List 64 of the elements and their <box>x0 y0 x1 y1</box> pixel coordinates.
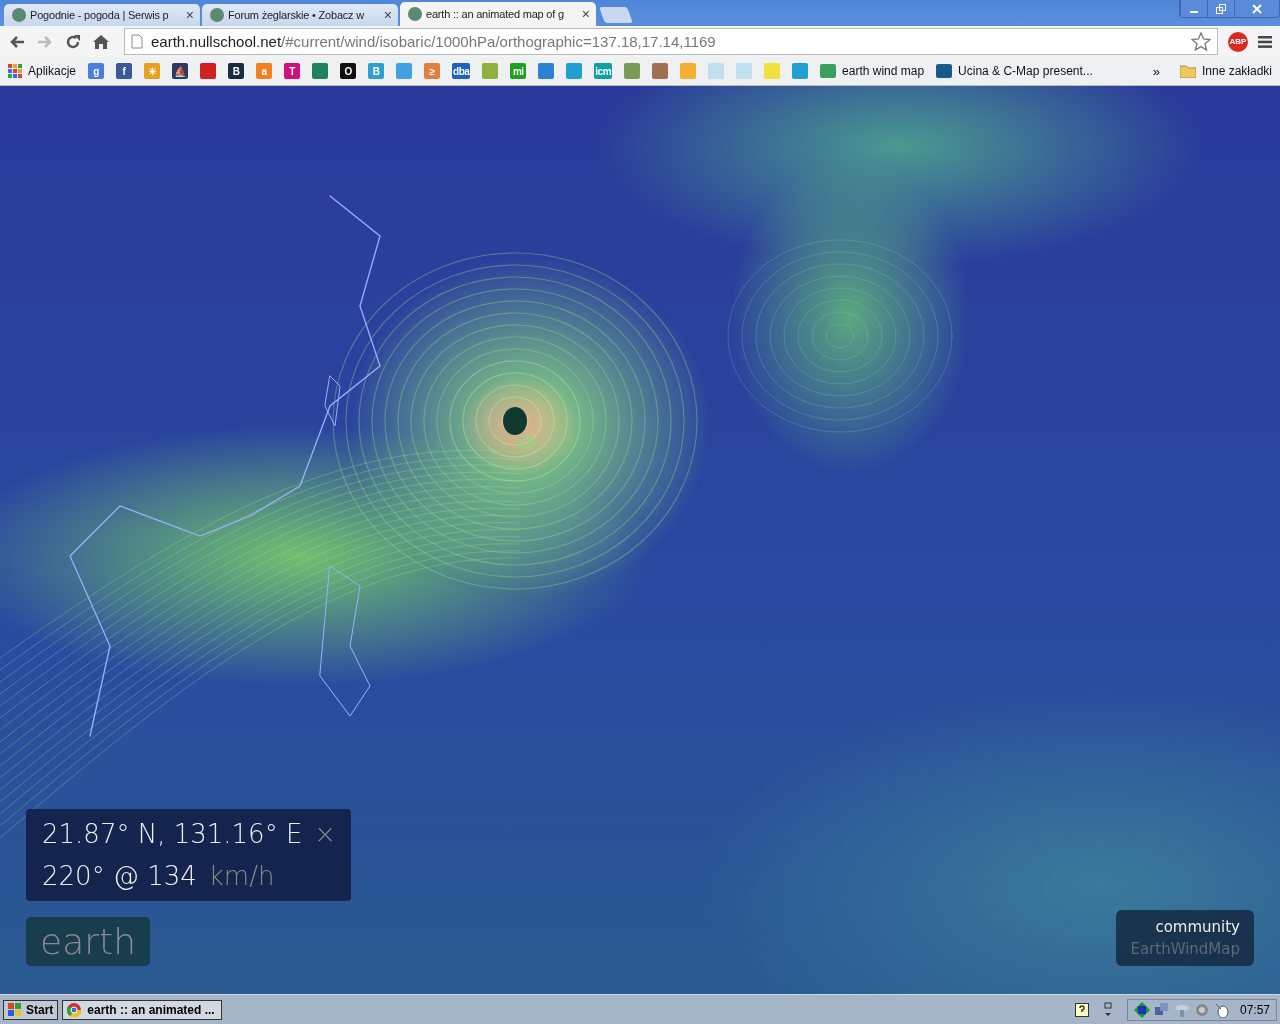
windows-icon[interactable] <box>1102 1001 1113 1018</box>
coordinates-text: 21.87° N, 131.16° E <box>42 819 303 849</box>
restore-icon[interactable] <box>1207 0 1234 17</box>
reload-icon[interactable] <box>64 32 82 51</box>
other-bookmarks-folder[interactable]: Inne zakładki <box>1179 64 1272 78</box>
tab-title: earth :: an animated map of g <box>426 8 565 20</box>
close-icon[interactable]: × <box>185 7 194 23</box>
bookmark-icon[interactable] <box>396 63 413 79</box>
tab-title: Forum żeglarskie • Zobacz w <box>228 9 365 21</box>
start-button[interactable]: Start <box>3 999 59 1020</box>
bookmark-icon[interactable] <box>538 63 555 79</box>
bookmark-icon[interactable]: O <box>340 63 357 79</box>
bookmark-icon[interactable] <box>792 63 809 79</box>
browser-tab[interactable]: Pogodnie - pogoda | Serwis p × <box>4 4 200 26</box>
browser-tab[interactable]: Forum żeglarskie • Zobacz w × <box>202 4 398 26</box>
bookmark-link[interactable]: Ucina & C-Map present... <box>936 64 1093 78</box>
back-arrow-icon[interactable] <box>8 33 26 50</box>
home-icon[interactable] <box>92 33 110 50</box>
more-bookmarks-button[interactable]: » <box>1152 63 1160 79</box>
windows-flag-icon <box>8 1002 22 1017</box>
bookmark-icon[interactable]: B <box>228 63 245 79</box>
bookmark-icon[interactable]: T <box>284 63 301 79</box>
browser-tab[interactable]: earth :: an animated map of g × <box>400 2 596 26</box>
menu-icon[interactable] <box>1258 35 1272 48</box>
mouse-icon[interactable] <box>1213 1001 1230 1018</box>
minimize-icon[interactable] <box>1180 0 1207 17</box>
close-icon[interactable]: × <box>383 7 392 23</box>
unit-toggle[interactable]: km/h <box>208 861 275 891</box>
network-icon[interactable] <box>1133 1001 1150 1018</box>
bookmark-icon[interactable] <box>624 63 641 79</box>
adblock-button[interactable]: ABP <box>1228 31 1248 52</box>
globe-icon <box>408 7 422 21</box>
star-icon[interactable] <box>1191 32 1211 51</box>
bookmark-icon[interactable] <box>312 63 329 79</box>
bookmark-icon[interactable]: dba <box>452 63 471 79</box>
close-icon[interactable] <box>1234 0 1279 17</box>
bookmark-icon[interactable] <box>200 63 217 79</box>
apps-bookmark[interactable]: Aplikacje <box>8 64 77 78</box>
url-text: earth.nullschool.net/#current/wind/isobaric/1000hPa/orthographic=137.18,17.14,1169 <box>151 33 717 50</box>
page-icon <box>131 34 143 49</box>
community-title: community <box>1155 918 1240 936</box>
bookmark-link[interactable]: earth wind map <box>820 64 925 78</box>
bookmark-icon[interactable]: g <box>88 63 105 79</box>
computers-icon[interactable] <box>1153 1001 1170 1018</box>
apps-grid-icon <box>8 64 22 78</box>
clock: 07:57 <box>1239 1002 1270 1017</box>
wind-map[interactable]: 21.87° N, 131.16° E × 220° @ 134 km/h earth community EarthWindMap <box>0 86 1280 994</box>
bookmark-icon[interactable] <box>566 63 583 79</box>
globe-icon <box>12 8 26 22</box>
close-icon[interactable]: × <box>314 819 337 849</box>
speaker-icon[interactable] <box>1193 1001 1210 1018</box>
browser-icon <box>67 1002 82 1017</box>
tab-title: Pogodnie - pogoda | Serwis p <box>30 9 170 21</box>
bookmark-icon[interactable] <box>482 63 499 79</box>
taskbar-button[interactable]: earth :: an animated ... <box>62 999 223 1020</box>
close-icon[interactable]: × <box>581 6 590 22</box>
help-icon[interactable] <box>1074 1002 1089 1017</box>
bookmark-icon[interactable]: f <box>116 63 133 79</box>
new-tab-button[interactable] <box>599 7 633 23</box>
address-bar[interactable]: earth.nullschool.net/#current/wind/isobaric/1000hPa/orthographic=137.18,17.14,1169 <box>124 28 1218 55</box>
globe-icon <box>210 8 224 22</box>
folder-icon <box>1179 64 1196 78</box>
bookmark-icon[interactable] <box>652 63 669 79</box>
wind-reading: 220° @ 134 <box>42 861 197 891</box>
